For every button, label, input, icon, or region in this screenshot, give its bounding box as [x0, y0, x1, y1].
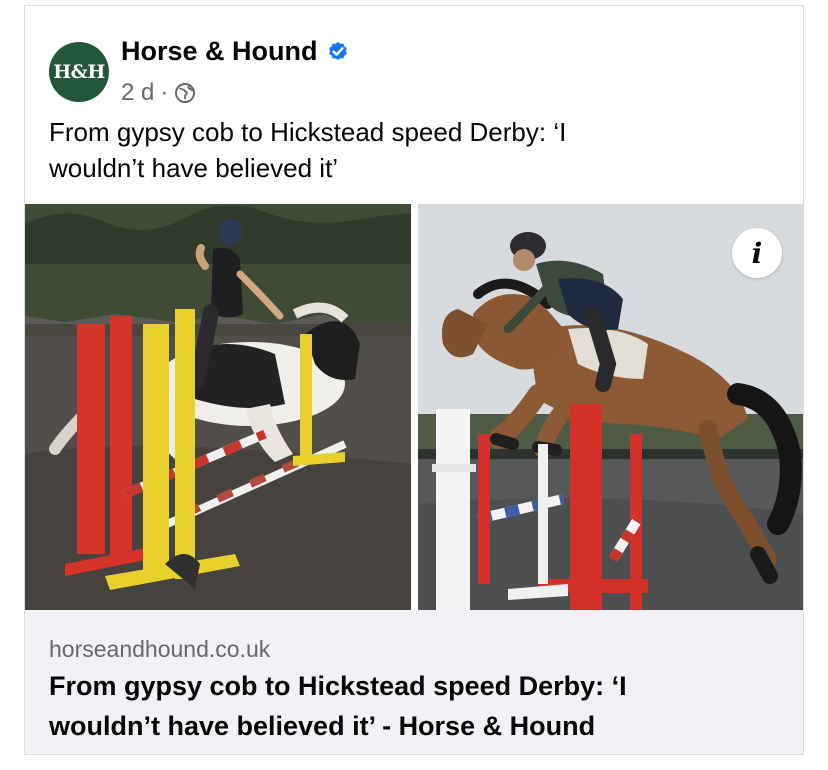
- link-domain: horseandhound.co.uk: [49, 636, 271, 662]
- post-card: H&H Horse & Hound 2 d · From gypsy cob t…: [24, 5, 804, 755]
- avatar-logo-text: H&H: [53, 61, 105, 83]
- photo-bay-horse-jumping[interactable]: i: [418, 204, 803, 610]
- link-title-line: wouldn’t have believed it’ - Horse & Hou…: [49, 711, 596, 741]
- globe-icon[interactable]: [174, 82, 196, 104]
- page-name-row: Horse & Hound: [121, 34, 350, 68]
- page-name-link[interactable]: Horse & Hound: [121, 36, 318, 67]
- verified-badge-icon: [326, 39, 350, 63]
- info-button[interactable]: i: [732, 228, 782, 278]
- photo-cob-jumping[interactable]: [25, 204, 411, 610]
- info-icon: i: [751, 236, 763, 270]
- meta-separator: ·: [160, 79, 169, 106]
- link-title: From gypsy cob to Hickstead speed Derby:…: [49, 666, 769, 746]
- page-avatar[interactable]: H&H: [49, 42, 109, 102]
- caption-line: wouldn’t have believed it’: [49, 153, 339, 183]
- post-meta: 2 d ·: [121, 78, 196, 108]
- post-header: H&H Horse & Hound 2 d ·: [25, 6, 803, 106]
- post-timestamp[interactable]: 2 d: [121, 79, 154, 107]
- post-caption: From gypsy cob to Hickstead speed Derby:…: [49, 114, 749, 186]
- link-title-line: From gypsy cob to Hickstead speed Derby:…: [49, 671, 627, 701]
- caption-line: From gypsy cob to Hickstead speed Derby:…: [49, 117, 567, 147]
- post-media: i: [25, 204, 803, 610]
- link-preview[interactable]: horseandhound.co.uk From gypsy cob to Hi…: [25, 610, 803, 754]
